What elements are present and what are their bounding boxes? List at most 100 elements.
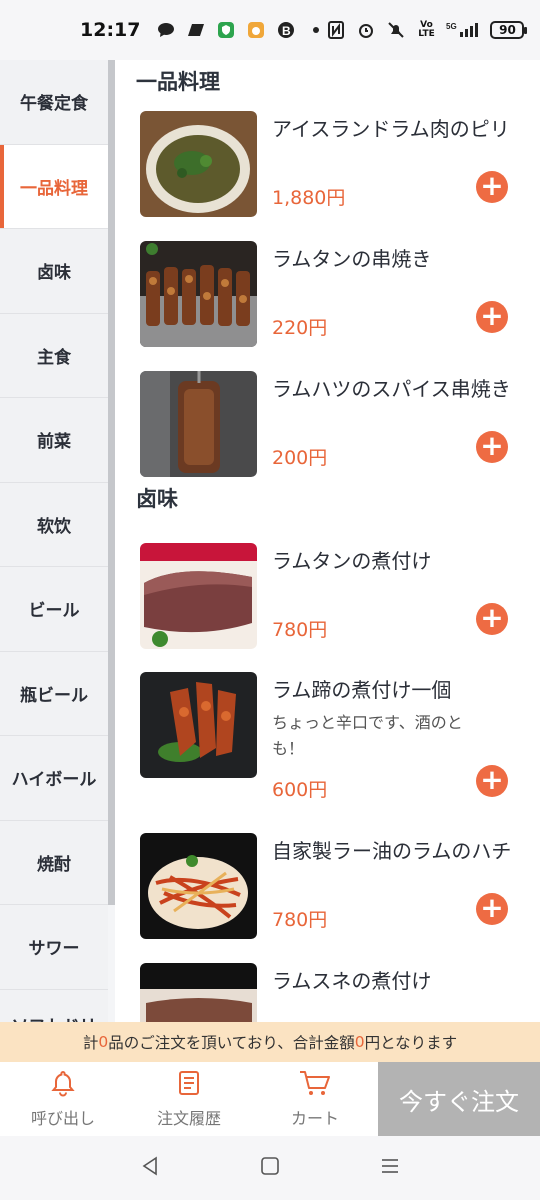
sidebar-scrollbar[interactable] — [108, 60, 115, 905]
add-to-cart-button[interactable]: + — [476, 603, 508, 635]
sidebar-item-lunch-set[interactable]: 午餐定食 — [0, 60, 108, 145]
cart-icon — [298, 1069, 332, 1101]
order-history-button[interactable]: 注文履歴 — [126, 1062, 252, 1136]
orange-app-icon — [246, 20, 266, 40]
cart-label: カート — [290, 1109, 339, 1128]
sidebar-item-staple[interactable]: 主食 — [0, 314, 108, 398]
menu-item[interactable]: アイスランドラム肉のピリ 1,880円 + — [140, 111, 530, 217]
sidebar-item-label: 瓶ビール — [20, 685, 88, 706]
sidebar-item-soft-drink[interactable]: 软饮 — [0, 483, 108, 567]
battery-icon: 90 — [490, 21, 528, 39]
sidebar-item-label: 一品料理 — [20, 178, 88, 199]
add-to-cart-button[interactable]: + — [476, 171, 508, 203]
sidebar-item-shochu[interactable]: 焼酎 — [0, 821, 108, 905]
sidebar-item-label: サワー — [28, 939, 80, 960]
sidebar-item-appetizer[interactable]: 前菜 — [0, 398, 108, 483]
menu-item[interactable]: ラムタンの煮付け 780円 + — [140, 543, 530, 649]
menu-item[interactable]: 自家製ラー油のラムのハチ 780円 + — [140, 833, 530, 939]
order-history-label: 注文履歴 — [156, 1109, 221, 1128]
dish-image — [140, 241, 257, 347]
dish-image — [140, 963, 257, 1022]
add-to-cart-button[interactable]: + — [476, 893, 508, 925]
add-to-cart-button[interactable]: + — [476, 765, 508, 797]
dish-name: ラムハツのスパイス串焼き — [272, 377, 511, 401]
back-icon[interactable] — [139, 1155, 161, 1181]
dish-price: 220円 — [272, 317, 328, 339]
plus-icon: + — [480, 428, 504, 462]
sidebar-item-label: 卤味 — [37, 263, 71, 284]
section-title: 卤味 — [136, 487, 178, 511]
dish-name: 自家製ラー油のラムのハチ — [272, 839, 512, 863]
dish-image — [140, 111, 257, 217]
section-title: 一品料理 — [136, 70, 220, 94]
order-summary-bar: 計 0 品のご注文を頂いており、合計金額 0 円となります — [0, 1022, 540, 1062]
status-time: 12:17 — [80, 19, 141, 41]
summary-prefix: 計 — [82, 1034, 99, 1052]
alarm-icon — [356, 20, 376, 40]
sidebar-item-label: ソフトドリ — [12, 1012, 97, 1023]
plus-icon: + — [480, 298, 504, 332]
dish-image — [140, 833, 257, 939]
order-now-button[interactable]: 今すぐ注文 — [378, 1062, 540, 1136]
svg-text:5G: 5G — [446, 22, 457, 31]
sidebar-item-label: 焼酎 — [37, 854, 71, 875]
add-to-cart-button[interactable]: + — [476, 431, 508, 463]
menu-icon[interactable] — [379, 1155, 401, 1181]
sidebar-item-soft-drinks-2[interactable]: ソフトドリ — [0, 990, 108, 1023]
shield-app-icon — [216, 20, 236, 40]
summary-suffix: 円となります — [364, 1034, 458, 1052]
bell-icon — [49, 1069, 77, 1101]
nfc-icon — [326, 20, 346, 40]
sidebar-item-label: 主食 — [37, 347, 71, 368]
add-to-cart-button[interactable]: + — [476, 301, 508, 333]
sidebar-item-bottled-beer[interactable]: 瓶ビール — [0, 652, 108, 736]
sidebar-item-beer[interactable]: ビール — [0, 567, 108, 652]
menu-content: 一品料理 アイスランドラム肉のピリ 1,880円 + ラムタンの串焼き 220円… — [115, 60, 540, 1022]
dish-image — [140, 371, 257, 477]
sidebar-item-label: 前菜 — [37, 432, 71, 453]
sidebar-item-sour[interactable]: サワー — [0, 905, 108, 990]
sidebar-item-label: 午餐定食 — [20, 94, 88, 115]
home-icon[interactable] — [259, 1155, 281, 1181]
sidebar-item-label: ハイボール — [11, 770, 97, 791]
signal-5g-icon: 5G — [446, 20, 480, 40]
dish-name: ラムタンの串焼き — [272, 247, 432, 271]
call-staff-label: 呼び出し — [30, 1109, 95, 1128]
sidebar-item-a-la-carte[interactable]: 一品料理 — [0, 144, 108, 229]
sidebar-item-braised[interactable]: 卤味 — [0, 229, 108, 314]
battery-level: 90 — [499, 23, 516, 37]
b-app-icon: B — [276, 20, 296, 40]
svg-text:B: B — [282, 24, 291, 38]
menu-item[interactable]: ラムハツのスパイス串焼き 200円 + — [140, 371, 530, 477]
dish-name: ラムタンの煮付け — [272, 549, 432, 573]
sidebar-item-highball[interactable]: ハイボール — [0, 736, 108, 821]
menu-item[interactable]: ラム蹄の煮付け一個 ちょっと辛口です、酒のとも！ 600円 + — [140, 672, 530, 812]
summary-middle: 品のご注文を頂いており、合計金額 — [108, 1034, 355, 1052]
plus-icon: + — [480, 168, 504, 202]
volte-icon: Vo LTE — [418, 20, 435, 39]
plus-icon: + — [480, 890, 504, 924]
summary-count: 0 — [98, 1033, 109, 1051]
cart-button[interactable]: カート — [252, 1062, 378, 1136]
category-sidebar: 午餐定食 一品料理 卤味 主食 前菜 软饮 ビール 瓶ビール ハイボール 焼酎 … — [0, 60, 108, 1022]
call-staff-button[interactable]: 呼び出し — [0, 1062, 126, 1136]
dish-image — [140, 543, 257, 649]
receipt-icon — [175, 1069, 203, 1101]
sidebar-item-label: 软饮 — [37, 516, 71, 537]
dish-price: 780円 — [272, 619, 328, 641]
system-nav-bar — [0, 1136, 540, 1200]
plus-icon: + — [480, 600, 504, 634]
dish-name: ラム蹄の煮付け一個 — [272, 678, 452, 702]
status-bar: 12:17 B Vo LTE 5G 90 — [0, 0, 540, 60]
summary-amount: 0 — [354, 1033, 365, 1051]
dot-icon — [306, 20, 326, 40]
dish-price: 600円 — [272, 779, 328, 801]
dish-price: 1,880円 — [272, 187, 346, 209]
menu-item[interactable]: ラムスネの煮付け — [140, 963, 530, 1022]
mute-bell-icon — [386, 20, 406, 40]
menu-item[interactable]: ラムタンの串焼き 220円 + — [140, 241, 530, 347]
dish-price: 780円 — [272, 909, 328, 931]
dish-name: ラムスネの煮付け — [272, 969, 432, 993]
dish-image — [140, 672, 257, 778]
plus-icon: + — [480, 762, 504, 796]
